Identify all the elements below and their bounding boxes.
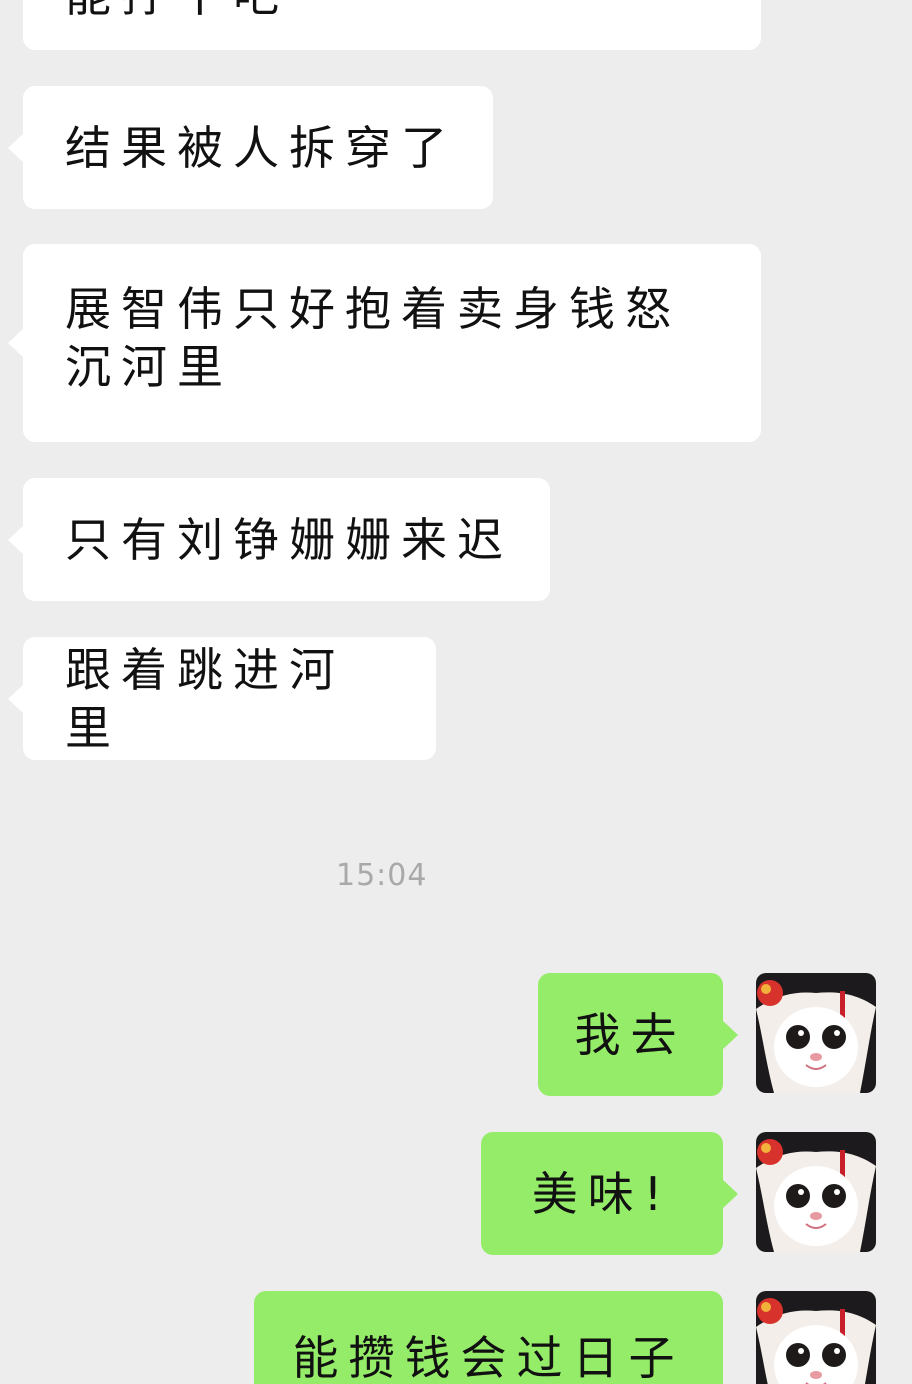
message-text: 美味!	[531, 1166, 673, 1221]
outgoing-message-bubble[interactable]: 我去	[538, 973, 738, 1096]
incoming-message-bubble[interactable]: 能拧干吧	[23, 0, 761, 50]
message-text: 能拧干吧	[65, 0, 289, 24]
message-text: 我去	[574, 1007, 687, 1062]
outgoing-message-bubble[interactable]: 美味!	[481, 1132, 738, 1255]
incoming-message-bubble[interactable]: 跟着跳进河里	[8, 637, 436, 760]
message-text: 只有刘铮姗姗来迟	[65, 512, 513, 567]
message-text: 展智伟只好抱着卖身钱怒沉河里	[65, 282, 681, 394]
incoming-message-bubble[interactable]: 结果被人拆穿了	[8, 86, 493, 209]
user-avatar[interactable]	[756, 1291, 876, 1384]
cat-avatar-icon	[756, 1132, 876, 1252]
outgoing-message-bubble[interactable]: 能攒钱会过日子	[254, 1291, 723, 1384]
incoming-message-bubble[interactable]: 只有刘铮姗姗来迟	[8, 478, 550, 601]
message-timestamp: 15:04	[336, 858, 428, 893]
incoming-message-bubble[interactable]: 展智伟只好抱着卖身钱怒沉河里	[8, 244, 761, 442]
message-text: 能攒钱会过日子	[292, 1331, 685, 1384]
cat-avatar-icon	[756, 1291, 876, 1384]
user-avatar[interactable]	[756, 1132, 876, 1252]
message-text: 跟着跳进河里	[65, 642, 345, 755]
cat-avatar-icon	[756, 973, 876, 1093]
message-text: 结果被人拆穿了	[65, 120, 457, 175]
user-avatar[interactable]	[756, 973, 876, 1093]
